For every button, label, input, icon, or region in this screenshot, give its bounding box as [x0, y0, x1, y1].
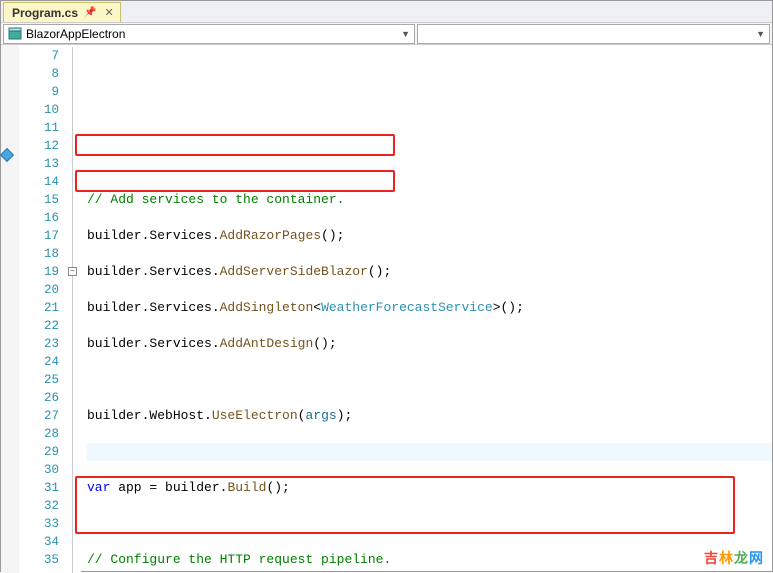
chevron-down-icon: ▼	[756, 29, 765, 39]
line-number: 26	[19, 389, 59, 407]
line-number: 7	[19, 47, 59, 65]
line-number: 18	[19, 245, 59, 263]
close-icon[interactable]: ✕	[104, 6, 113, 19]
line-number-gutter: 7891011121314151617181920212223242526272…	[19, 45, 67, 573]
line-number: 19	[19, 263, 59, 281]
context-bar: BlazorAppElectron ▼ ▼	[1, 23, 772, 45]
line-number: 14	[19, 173, 59, 191]
line-number: 10	[19, 101, 59, 119]
line-number: 15	[19, 191, 59, 209]
namespace-label: BlazorAppElectron	[26, 27, 125, 41]
code-area[interactable]: // Add services to the container. builde…	[81, 45, 772, 573]
code-line: // Add services to the container.	[87, 192, 344, 207]
line-number: 17	[19, 227, 59, 245]
tab-title: Program.cs	[12, 6, 78, 20]
line-number: 24	[19, 353, 59, 371]
code-line: builder.Services.AddServerSideBlazor();	[87, 263, 772, 281]
code-line: // Configure the HTTP request pipeline.	[87, 552, 391, 567]
code-line: builder.Services.AddAntDesign();	[87, 335, 772, 353]
line-number: 28	[19, 425, 59, 443]
pin-icon[interactable]: 📌	[84, 7, 96, 18]
code-line: builder.Services.AddSingleton<WeatherFor…	[87, 299, 772, 317]
chevron-down-icon: ▼	[401, 29, 410, 39]
line-number: 32	[19, 497, 59, 515]
csharp-icon	[8, 27, 22, 41]
bookmark-icon	[1, 148, 14, 162]
line-number: 12	[19, 137, 59, 155]
tab-program-cs[interactable]: Program.cs 📌 ✕	[3, 2, 121, 22]
highlight-box-2	[75, 170, 395, 192]
code-editor[interactable]: 7891011121314151617181920212223242526272…	[1, 45, 772, 573]
highlight-box-1	[75, 134, 395, 156]
line-number: 33	[19, 515, 59, 533]
line-number: 20	[19, 281, 59, 299]
fold-margin: −	[67, 45, 81, 573]
line-number: 29	[19, 443, 59, 461]
line-number: 34	[19, 533, 59, 551]
tab-bar: Program.cs 📌 ✕	[1, 1, 772, 23]
line-number: 21	[19, 299, 59, 317]
line-number: 23	[19, 335, 59, 353]
line-number: 9	[19, 83, 59, 101]
watermark: 吉林龙网	[704, 549, 764, 567]
code-line: builder.WebHost.UseElectron(args);	[87, 407, 772, 425]
line-number: 16	[19, 209, 59, 227]
line-number: 22	[19, 317, 59, 335]
line-number: 35	[19, 551, 59, 569]
code-line: builder.Services.AddRazorPages();	[87, 227, 772, 245]
line-number: 13	[19, 155, 59, 173]
code-line: var app = builder.Build();	[87, 479, 772, 497]
line-number: 31	[19, 479, 59, 497]
namespace-dropdown[interactable]: BlazorAppElectron ▼	[3, 24, 415, 44]
member-dropdown[interactable]: ▼	[417, 24, 770, 44]
line-number: 25	[19, 371, 59, 389]
line-number: 11	[19, 119, 59, 137]
line-number: 27	[19, 407, 59, 425]
glyph-margin	[1, 45, 19, 573]
line-number: 30	[19, 461, 59, 479]
line-number: 8	[19, 65, 59, 83]
fold-toggle[interactable]: −	[68, 267, 77, 276]
